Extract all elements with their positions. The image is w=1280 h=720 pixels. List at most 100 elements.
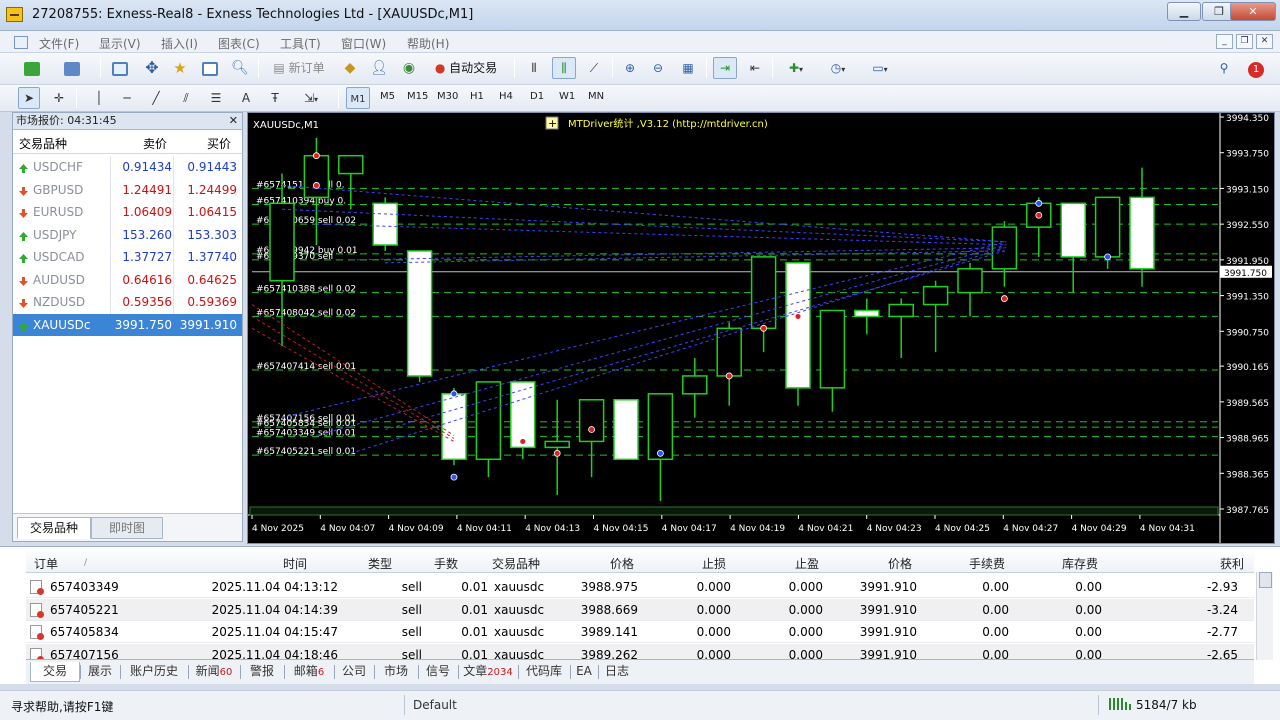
col-sl[interactable]: 止损 (702, 555, 726, 572)
tab-symbols[interactable]: 交易品种 (17, 517, 91, 539)
timeframe-m1[interactable]: M1 (346, 87, 370, 109)
terminal-tab-6[interactable]: 公司 (334, 662, 374, 682)
market-row-usdchf[interactable]: USDCHF 0.91434 0.91443 (13, 156, 242, 178)
market-row-audusd[interactable]: AUDUSD 0.64616 0.64625 (13, 269, 242, 291)
col-symbol[interactable]: 交易品种 (492, 555, 540, 572)
menu-insert[interactable]: 插入(I) (161, 35, 198, 52)
new-chart-button[interactable] (20, 57, 44, 79)
cursor-tool[interactable]: ➤ (18, 87, 40, 109)
trendline-tool[interactable]: ╱ (145, 87, 167, 109)
zoom-out-button[interactable]: ⊖ (646, 57, 670, 79)
trade-row[interactable]: 657405221 2025.11.04 04:14:39 sell 0.01 xauu… (26, 598, 1254, 621)
terminal-tab-1[interactable]: 展示 (80, 662, 120, 682)
market-watch-close-button[interactable]: ✕ (229, 113, 238, 129)
periods-button[interactable]: ◷▾ (820, 57, 856, 79)
timeframe-m30[interactable]: M30 (437, 91, 458, 102)
bar-chart-button[interactable]: ⫴ (522, 57, 546, 79)
metaeditor-button[interactable]: ◆ (338, 57, 362, 79)
autotrading-button[interactable]: ● 自动交易 (426, 57, 506, 79)
market-row-gbpusd[interactable]: GBPUSD 1.24491 1.24499 (13, 179, 242, 201)
menu-view[interactable]: 显示(V) (99, 35, 141, 52)
terminal-tab-2[interactable]: 账户历史 (120, 662, 188, 682)
market-row-usdcad[interactable]: USDCAD 1.37727 1.37740 (13, 246, 242, 268)
menu-tools[interactable]: 工具(T) (280, 35, 321, 52)
trade-row[interactable]: 657407156 2025.11.04 04:18:46 sell 0.01 xauu… (26, 643, 1254, 660)
minimize-button[interactable]: ▁ (1167, 2, 1201, 21)
templates-button[interactable]: ▭▾ (862, 57, 898, 79)
col-type[interactable]: 类型 (368, 555, 392, 572)
navigator-button[interactable]: ★ (168, 57, 192, 79)
price-chart[interactable]: 3994.350 3993.750 3993.150 3992.550 3991.950… (248, 113, 1274, 543)
tile-windows-button[interactable]: ▦ (676, 57, 700, 79)
col-ask[interactable]: 买价 (207, 135, 231, 152)
crosshair-tool[interactable]: ✛ (48, 87, 70, 109)
text-tool[interactable]: A (235, 87, 257, 109)
trade-row[interactable]: 657403349 2025.11.04 04:13:12 sell 0.01 xauu… (26, 576, 1254, 598)
col-symbol[interactable]: 交易品种 (19, 135, 67, 152)
fibonacci-tool[interactable]: ☰ (205, 87, 227, 109)
candlestick-button[interactable]: ⫼ (552, 57, 576, 79)
terminal-tab-8[interactable]: 信号 (418, 662, 458, 682)
col-bid[interactable]: 卖价 (143, 135, 167, 152)
community-button[interactable]: 👤︎ (367, 57, 391, 79)
mdi-minimize-button[interactable]: _ (1216, 34, 1233, 49)
scrollbar-thumb[interactable] (1259, 572, 1272, 588)
menu-window[interactable]: 窗口(W) (341, 35, 386, 52)
col-profit[interactable]: 获利 (1220, 555, 1244, 572)
terminal-tab-10[interactable]: 代码库 (518, 662, 570, 682)
new-order-button[interactable]: ▤ 新订单 (266, 57, 332, 79)
arrows-tool[interactable]: ⇲▾ (294, 87, 328, 109)
terminal-tab-4[interactable]: 警报 (240, 662, 284, 682)
timeframe-h1[interactable]: H1 (470, 91, 484, 102)
col-order[interactable]: 订单 (34, 555, 58, 572)
timeframe-m5[interactable]: M5 (380, 91, 395, 102)
notifications-button[interactable]: 1 (1242, 57, 1270, 79)
profiles-button[interactable] (60, 57, 84, 79)
market-row-xauusdc[interactable]: XAUUSDc 3991.750 3991.910 (13, 313, 242, 336)
col-price[interactable]: 价格 (610, 555, 634, 572)
text-label-tool[interactable]: Ŧ (264, 87, 286, 109)
terminal-tab-11[interactable]: EA (570, 662, 598, 682)
mdi-close-button[interactable]: ✕ (1256, 34, 1273, 49)
vertical-line-tool[interactable]: │ (88, 87, 110, 109)
strategy-tester-button[interactable]: 🔍︎ (228, 57, 252, 79)
market-row-eurusd[interactable]: EURUSD 1.06409 1.06415 (13, 201, 242, 223)
zoom-in-button[interactable]: ⊕ (618, 57, 642, 79)
col-lots[interactable]: 手数 (434, 555, 458, 572)
mdi-restore-button[interactable]: ❐ (1236, 34, 1253, 49)
timeframe-d1[interactable]: D1 (530, 91, 544, 102)
timeframe-w1[interactable]: W1 (559, 91, 575, 102)
menu-file[interactable]: 文件(F) (39, 35, 79, 52)
timeframe-m15[interactable]: M15 (407, 91, 428, 102)
terminal-tab-3[interactable]: 新闻60 (188, 662, 240, 682)
col-tp[interactable]: 止盈 (795, 555, 819, 572)
search-button[interactable]: ⚲ (1212, 57, 1236, 79)
line-chart-button[interactable]: ⟋ (582, 57, 606, 79)
menu-charts[interactable]: 图表(C) (218, 35, 260, 52)
chart-shift-button[interactable]: ⇤ (743, 57, 767, 79)
signals-button[interactable]: ◉ (397, 57, 421, 79)
terminal-tab-0[interactable]: 交易 (30, 662, 80, 682)
tab-tick-chart[interactable]: 即时图 (91, 517, 163, 539)
terminal-tab-9[interactable]: 文章2034 (458, 662, 518, 682)
equidistant-channel-tool[interactable]: ⫽ (175, 87, 197, 109)
close-button[interactable]: ✕ (1230, 2, 1276, 21)
col-swap[interactable]: 库存费 (1062, 555, 1098, 572)
data-window-button[interactable]: ✥ (140, 57, 164, 79)
trade-row[interactable]: 657405834 2025.11.04 04:15:47 sell 0.01 xauu… (26, 621, 1254, 643)
terminal-tab-12[interactable]: 日志 (598, 662, 636, 682)
terminal-tab-7[interactable]: 市场 (374, 662, 418, 682)
col-current-price[interactable]: 价格 (888, 555, 912, 572)
horizontal-line-tool[interactable]: ─ (116, 87, 138, 109)
market-watch-button[interactable] (108, 57, 132, 79)
terminal-tab-5[interactable]: 邮箱6 (284, 662, 334, 682)
menu-help[interactable]: 帮助(H) (407, 35, 449, 52)
market-row-nzdusd[interactable]: NZDUSD 0.59356 0.59369 (13, 291, 242, 313)
col-commission[interactable]: 手续费 (969, 555, 1005, 572)
market-row-usdjpy[interactable]: USDJPY 153.260 153.303 (13, 224, 242, 246)
autoscroll-button[interactable]: ⇥ (713, 57, 737, 79)
timeframe-h4[interactable]: H4 (499, 91, 513, 102)
terminal-button[interactable] (198, 57, 222, 79)
chart-window[interactable]: 3994.350 3993.750 3993.150 3992.550 3991.950… (247, 112, 1275, 544)
timeframe-mn[interactable]: MN (588, 91, 604, 102)
